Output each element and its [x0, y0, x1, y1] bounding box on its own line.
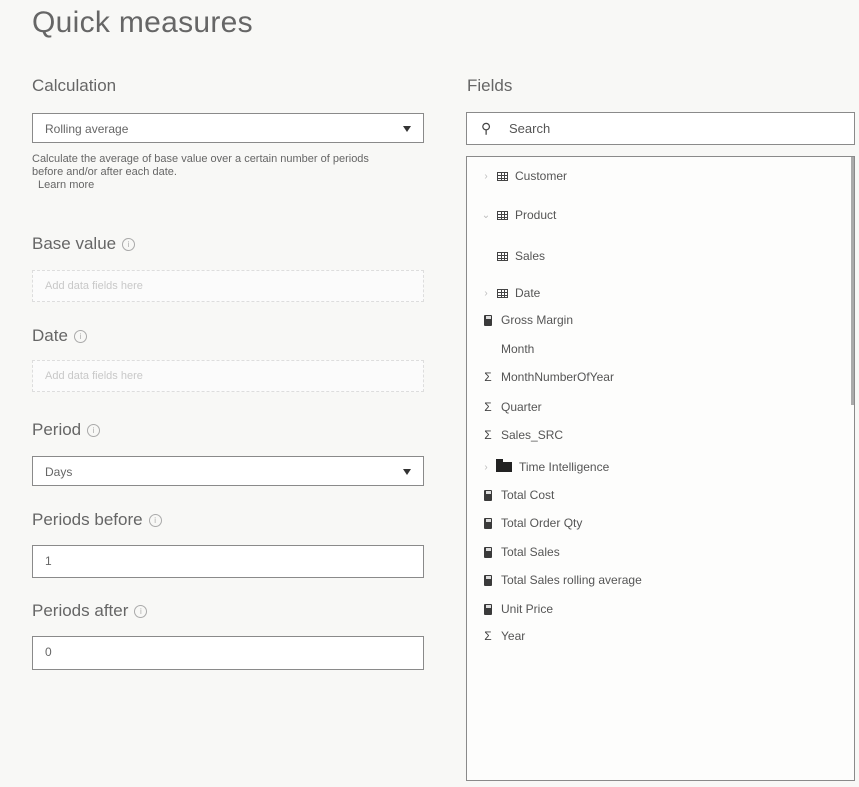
field-label: Time Intelligence — [519, 460, 610, 474]
scrollbar[interactable] — [851, 157, 854, 405]
folder-icon — [496, 459, 512, 472]
field-item-gross-margin[interactable]: Gross Margin — [481, 308, 573, 332]
field-item-unit-price[interactable]: Unit Price — [481, 597, 553, 621]
period-label-text: Period — [32, 420, 82, 439]
calculation-description: Calculate the average of base value over… — [32, 153, 392, 192]
info-icon[interactable]: i — [73, 330, 87, 343]
periods-after-input[interactable]: 0 — [32, 636, 424, 670]
chevron-right-icon[interactable]: › — [481, 462, 491, 473]
sigma-icon: Σ — [484, 400, 492, 414]
calculator-icon — [484, 489, 492, 501]
learn-more-link[interactable]: Learn more — [38, 179, 94, 191]
field-item-total-sales-rolling-average[interactable]: Total Sales rolling average — [481, 568, 642, 592]
calculator-icon — [484, 574, 492, 586]
base-value-label-text: Base value — [32, 234, 117, 253]
field-label: Total Sales rolling average — [501, 573, 642, 587]
calculation-dropdown[interactable]: Rolling average — [32, 113, 424, 143]
period-selected: Days — [45, 465, 73, 479]
calculator-icon — [484, 314, 492, 326]
table-icon — [496, 251, 508, 261]
date-label-text: Date — [32, 326, 68, 345]
search-icon: ⚲ — [481, 120, 492, 136]
table-icon — [496, 171, 508, 181]
periods-after-value: 0 — [45, 645, 52, 659]
field-item-time-intelligence[interactable]: › Time Intelligence — [481, 455, 609, 479]
chevron-right-icon[interactable]: › — [481, 288, 491, 299]
date-label: Date i — [32, 326, 87, 346]
sigma-icon: Σ — [484, 428, 492, 442]
base-value-well[interactable]: Add data fields here — [32, 270, 424, 302]
description-text: Calculate the average of base value over… — [32, 153, 369, 178]
info-icon[interactable]: i — [148, 514, 162, 527]
info-icon[interactable]: i — [87, 424, 101, 437]
field-label: Sales_SRC — [501, 428, 564, 442]
search-placeholder: Search — [509, 121, 551, 136]
field-item-total-order-qty[interactable]: Total Order Qty — [481, 511, 582, 535]
fields-label: Fields — [467, 76, 513, 95]
field-label: Year — [501, 629, 526, 643]
periods-after-label: Periods after i — [32, 601, 148, 621]
base-value-placeholder: Add data fields here — [45, 280, 143, 292]
sigma-icon: Σ — [484, 629, 492, 643]
field-item-customer[interactable]: › Customer — [481, 164, 567, 188]
calculator-icon — [484, 546, 492, 558]
periods-after-label-text: Periods after — [32, 601, 129, 620]
field-label: Sales — [515, 249, 546, 263]
chevron-down-icon — [403, 126, 411, 132]
field-item-sales[interactable]: Sales — [481, 244, 545, 268]
field-label: MonthNumberOfYear — [501, 370, 614, 384]
period-dropdown[interactable]: Days — [32, 456, 424, 486]
field-label: Gross Margin — [501, 313, 574, 327]
field-item-date[interactable]: › Date — [481, 281, 540, 305]
date-placeholder: Add data fields here — [45, 370, 143, 382]
field-label: Date — [515, 286, 541, 300]
field-label: Unit Price — [501, 602, 554, 616]
periods-before-label: Periods before i — [32, 510, 162, 530]
field-label: Total Sales — [501, 545, 560, 559]
field-label: Month — [501, 342, 535, 356]
table-icon — [496, 288, 508, 298]
periods-before-label-text: Periods before — [32, 510, 143, 529]
date-well[interactable]: Add data fields here — [32, 360, 424, 392]
info-icon[interactable]: i — [134, 605, 148, 618]
chevron-down-icon — [403, 469, 411, 475]
calculator-icon — [484, 517, 492, 529]
field-item-total-cost[interactable]: Total Cost — [481, 483, 554, 507]
field-label: Product — [515, 208, 557, 222]
field-label: Total Cost — [501, 488, 555, 502]
sigma-icon: Σ — [484, 370, 492, 384]
field-label: Customer — [515, 169, 568, 183]
chevron-down-icon[interactable]: ⌄ — [481, 210, 491, 221]
dialog-title: Quick measures — [32, 6, 253, 39]
periods-before-value: 1 — [45, 554, 52, 568]
info-icon[interactable]: i — [122, 238, 136, 251]
field-item-total-sales[interactable]: Total Sales — [481, 540, 560, 564]
table-icon — [496, 210, 508, 220]
field-item-month[interactable]: Month — [481, 337, 534, 361]
field-item-sales-src[interactable]: Σ Sales_SRC — [481, 423, 563, 447]
periods-before-input[interactable]: 1 — [32, 545, 424, 578]
field-item-quarter[interactable]: Σ Quarter — [481, 395, 542, 419]
field-label: Quarter — [501, 400, 542, 414]
field-item-monthnumberofyear[interactable]: Σ MonthNumberOfYear — [481, 365, 614, 389]
calculation-label: Calculation — [32, 76, 117, 95]
fields-list[interactable]: › Customer ⌄ Product Sales › Date Gross … — [466, 156, 855, 781]
calculator-icon — [484, 603, 492, 615]
base-value-label: Base value i — [32, 234, 136, 254]
field-item-year[interactable]: Σ Year — [481, 624, 525, 648]
field-label: Total Order Qty — [501, 516, 583, 530]
field-item-product[interactable]: ⌄ Product — [481, 203, 557, 227]
period-label: Period i — [32, 420, 101, 440]
search-input[interactable]: ⚲ Search — [466, 112, 855, 145]
chevron-right-icon[interactable]: › — [481, 171, 491, 182]
calculation-selected: Rolling average — [45, 122, 129, 136]
